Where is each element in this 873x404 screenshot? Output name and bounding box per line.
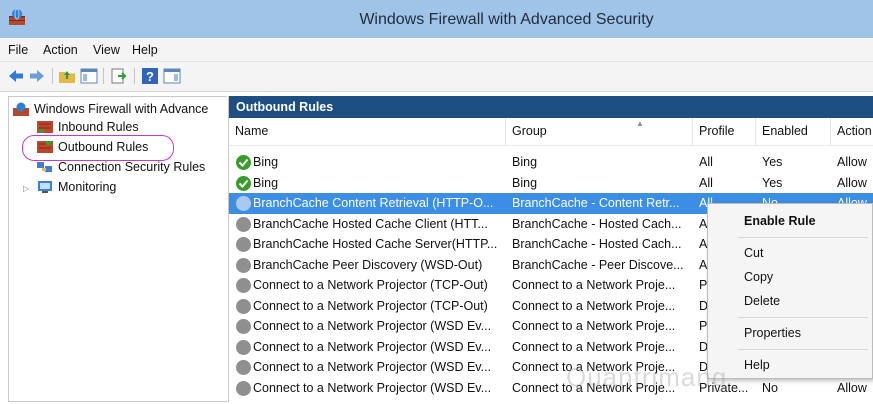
cell-group: Connect to a Network Proje... bbox=[512, 339, 676, 354]
rule-disabled-icon bbox=[236, 257, 251, 273]
menu-item-enable-rule[interactable]: Enable Rule bbox=[744, 214, 816, 228]
show-hide-tree-icon[interactable] bbox=[80, 67, 98, 85]
menu-separator bbox=[738, 317, 868, 318]
column-header-action[interactable]: Action bbox=[831, 118, 873, 146]
table-row[interactable]: Connect to a Network Projector (WSD Ev..… bbox=[229, 378, 873, 399]
column-header-profile[interactable]: Profile bbox=[693, 118, 756, 146]
menu-separator bbox=[738, 349, 868, 350]
tree-label-monitoring: Monitoring bbox=[58, 180, 117, 194]
inbound-rules-icon bbox=[37, 120, 53, 134]
menu-item-help[interactable]: Help bbox=[744, 358, 770, 372]
cell-name: Connect to a Network Projector (WSD Ev..… bbox=[253, 339, 492, 354]
toolbar-separator bbox=[134, 68, 135, 84]
annotation-highlight-ring bbox=[22, 135, 174, 161]
connection-security-icon bbox=[37, 160, 53, 174]
forward-arrow-icon[interactable] bbox=[28, 67, 46, 85]
menu-help[interactable]: Help bbox=[132, 43, 158, 57]
expand-arrow-icon[interactable]: ▷ bbox=[23, 184, 29, 193]
cell-name: Connect to a Network Projector (WSD Ev..… bbox=[253, 380, 492, 395]
pane-title: Outbound Rules bbox=[229, 96, 873, 118]
column-header-group[interactable]: Group ▲ bbox=[506, 118, 693, 146]
menu-item-delete[interactable]: Delete bbox=[744, 294, 780, 308]
column-label-profile: Profile bbox=[699, 124, 735, 138]
column-header-name[interactable]: Name bbox=[229, 118, 506, 146]
column-label-name: Name bbox=[235, 124, 269, 138]
cell-action: Allow bbox=[837, 155, 867, 169]
rule-disabled-icon bbox=[236, 196, 251, 211]
back-arrow-icon[interactable] bbox=[7, 67, 25, 85]
rule-enabled-check-icon bbox=[236, 175, 251, 191]
column-label-group: Group bbox=[512, 124, 547, 138]
cell-enabled: Yes bbox=[762, 175, 783, 190]
cell-group: BranchCache - Hosted Cach... bbox=[512, 237, 682, 251]
svg-text:?: ? bbox=[146, 69, 154, 84]
export-list-icon[interactable] bbox=[110, 67, 128, 85]
table-row[interactable]: Bing Bing All Yes Allow bbox=[229, 152, 873, 173]
cell-group: Connect to a Network Proje... bbox=[512, 298, 676, 313]
menu-view[interactable]: View bbox=[93, 43, 120, 57]
cell-profile: All bbox=[699, 175, 713, 190]
cell-group: Bing bbox=[512, 175, 538, 190]
sort-ascending-icon: ▲ bbox=[636, 119, 644, 128]
column-label-action: Action bbox=[837, 124, 872, 138]
monitoring-icon bbox=[37, 180, 53, 194]
tree-label-inbound-rules: Inbound Rules bbox=[58, 120, 139, 134]
rule-disabled-icon bbox=[236, 237, 251, 252]
cell-name: Bing bbox=[253, 175, 279, 190]
cell-name: Connect to a Network Projector (TCP-Out) bbox=[253, 278, 488, 292]
rule-disabled-icon bbox=[236, 216, 251, 232]
cell-name: Connect to a Network Projector (WSD Ev..… bbox=[253, 360, 492, 374]
cell-name: BranchCache Hosted Cache Client (HTT... bbox=[253, 216, 488, 231]
menu-item-copy[interactable]: Copy bbox=[744, 270, 773, 284]
cell-group: Bing bbox=[512, 155, 538, 169]
rule-disabled-icon bbox=[236, 319, 251, 334]
cell-name: BranchCache Content Retrieval (HTTP-O... bbox=[253, 196, 494, 210]
show-action-pane-icon[interactable] bbox=[163, 67, 181, 85]
table-row[interactable]: Bing Bing All Yes Allow bbox=[229, 173, 873, 194]
rule-disabled-icon bbox=[236, 360, 251, 375]
menu-item-properties[interactable]: Properties bbox=[744, 326, 801, 340]
menu-action[interactable]: Action bbox=[43, 43, 78, 57]
rule-enabled-check-icon bbox=[236, 155, 251, 170]
tree-root-label: Windows Firewall with Advance bbox=[34, 102, 209, 116]
cell-name: Bing bbox=[253, 155, 279, 169]
toolbar-separator bbox=[103, 68, 104, 84]
toolbar-separator bbox=[52, 68, 53, 84]
context-menu: Enable Rule Cut Copy Delete Properties H… bbox=[707, 203, 873, 379]
rule-disabled-icon bbox=[236, 339, 251, 355]
cell-name: Connect to a Network Projector (TCP-Out) bbox=[253, 298, 488, 313]
column-header-enabled[interactable]: Enabled bbox=[756, 118, 831, 146]
window-title: Windows Firewall with Advanced Security bbox=[359, 11, 654, 28]
rule-disabled-icon bbox=[236, 278, 251, 293]
cell-group: BranchCache - Hosted Cach... bbox=[512, 216, 682, 231]
cell-group: BranchCache - Peer Discove... bbox=[512, 257, 684, 272]
menu-file[interactable]: File bbox=[8, 43, 28, 57]
cell-action: Allow bbox=[837, 380, 867, 395]
toolbar: ? bbox=[0, 62, 873, 92]
help-icon[interactable]: ? bbox=[141, 67, 159, 85]
up-folder-icon[interactable] bbox=[58, 67, 76, 85]
cell-enabled: No bbox=[762, 380, 778, 395]
column-label-enabled: Enabled bbox=[762, 124, 808, 138]
menu-separator bbox=[738, 237, 868, 238]
cell-action: Allow bbox=[837, 175, 867, 190]
cell-name: Connect to a Network Projector (WSD Ev..… bbox=[253, 319, 492, 333]
title-bar: Windows Firewall with Advanced Security bbox=[0, 0, 873, 38]
tree-label-connection-security-rules: Connection Security Rules bbox=[58, 160, 206, 174]
cell-profile: All bbox=[699, 155, 713, 169]
menu-bar: File Action View Help bbox=[0, 38, 873, 62]
cell-enabled: Yes bbox=[762, 155, 783, 169]
rule-disabled-icon bbox=[236, 380, 251, 396]
watermark-logo: Quantrimang bbox=[566, 362, 728, 392]
cell-group: Connect to a Network Proje... bbox=[512, 278, 676, 292]
cell-group: BranchCache - Content Retr... bbox=[512, 196, 680, 210]
rule-disabled-icon bbox=[236, 298, 251, 314]
cell-group: Connect to a Network Proje... bbox=[512, 319, 676, 333]
cell-name: BranchCache Peer Discovery (WSD-Out) bbox=[253, 257, 483, 272]
cell-name: BranchCache Hosted Cache Server(HTTP... bbox=[253, 237, 498, 251]
firewall-globe-icon bbox=[13, 102, 29, 116]
menu-item-cut[interactable]: Cut bbox=[744, 246, 763, 260]
